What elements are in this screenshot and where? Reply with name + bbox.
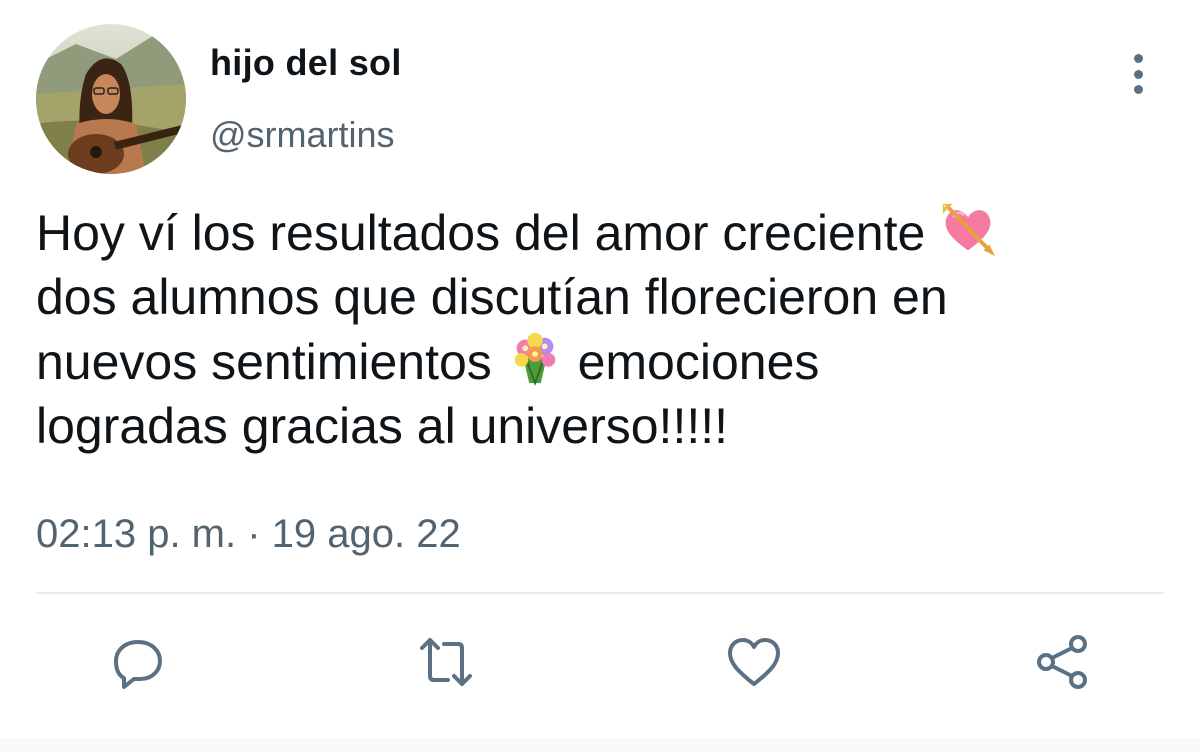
tweet-card: hijo del sol @srmartins Hoy ví los resul…: [0, 0, 1200, 752]
share-button[interactable]: [1030, 630, 1094, 694]
reply-button[interactable]: [106, 630, 170, 694]
timestamp[interactable]: 02:13 p. m. · 19 ago. 22: [36, 512, 461, 557]
heart-with-arrow-icon: [939, 200, 997, 258]
tweet-line: nuevos sentimientos emociones: [36, 329, 1166, 394]
more-dot-icon: [1133, 85, 1143, 94]
bottom-separator: [0, 738, 1200, 752]
more-dot-icon: [1133, 54, 1143, 63]
avatar[interactable]: [36, 24, 186, 174]
tweet-line: Hoy ví los resultados del amor creciente: [36, 200, 1166, 265]
share-icon: [1037, 635, 1087, 689]
reply-icon: [114, 640, 162, 689]
display-name[interactable]: hijo del sol: [210, 42, 402, 84]
tweet-line: dos alumnos que discutían florecieron en: [36, 269, 948, 325]
retweet-icon: [420, 638, 472, 686]
profile-photo-icon: [36, 24, 186, 174]
more-options-button[interactable]: [1118, 50, 1158, 98]
tweet-line: logradas gracias al universo!!!!!: [36, 398, 729, 454]
tweet-text: Hoy ví los resultados del amor creciente…: [36, 200, 1166, 458]
bouquet-icon: [506, 329, 564, 387]
divider: [36, 592, 1164, 594]
retweet-button[interactable]: [414, 630, 478, 694]
action-bar: [0, 630, 1200, 694]
more-dot-icon: [1133, 69, 1143, 79]
heart-icon: [728, 638, 780, 686]
user-handle[interactable]: @srmartins: [210, 114, 395, 156]
like-button[interactable]: [722, 630, 786, 694]
